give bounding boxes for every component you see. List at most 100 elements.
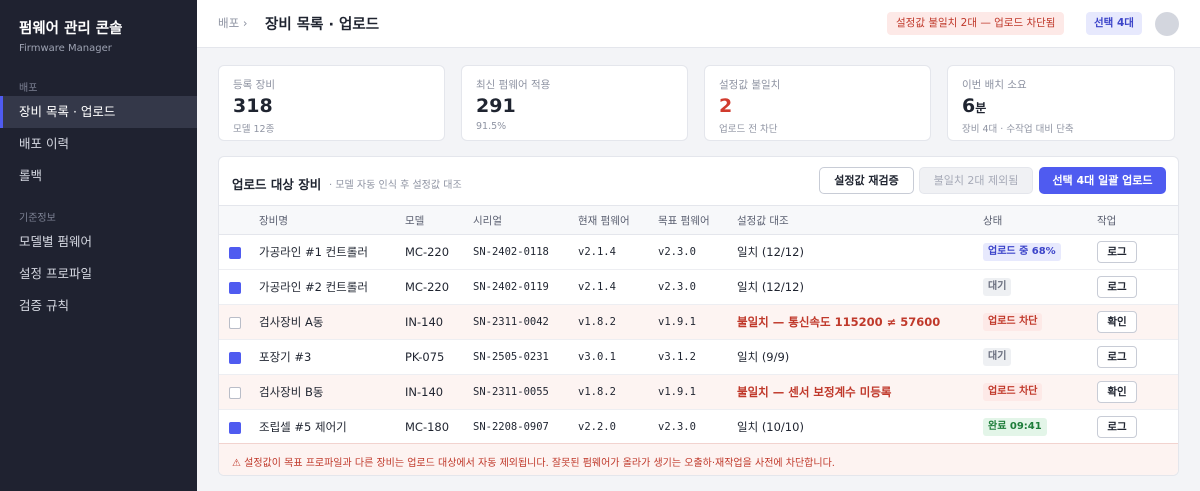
row-checkbox[interactable] [229,351,241,364]
table-row[interactable]: 가공라인 #2 컨트롤러 MC-220 SN-2402-0119 v2.1.4 v2.3… [219,269,1178,305]
action-cell: 확인 [1097,304,1178,340]
status-cell: 업로드 차단 [983,304,1097,340]
stat-label: 설정값 불일치 [719,79,781,91]
device-model: MC-220 [405,234,473,270]
row-checkbox[interactable] [229,421,241,434]
sidebar-item-config-profile[interactable]: 설정 프로파일 [0,258,197,290]
log-button[interactable]: 로그 [1097,276,1137,298]
header-serial: 시리얼 [473,205,578,235]
avatar[interactable] [1155,12,1179,36]
brand: 펌웨어 관리 콘솔 Firmware Manager [0,0,197,62]
header-action: 작업 [1097,205,1178,235]
device-serial: SN-2311-0055 [473,374,578,410]
device-name: 검사장비 B동 [259,374,405,410]
nav-section-deploy: 배포 [19,83,38,94]
app-title: 펌웨어 관리 콘솔 [19,21,123,37]
page-title: 장비 목록 · 업로드 [265,17,380,33]
device-model: MC-220 [405,269,473,305]
check-button[interactable]: 확인 [1097,311,1137,333]
config-compare: 불일치 — 센서 보정계수 미등록 [737,374,983,410]
sidebar-item-model-firmware[interactable]: 모델별 펌웨어 [0,226,197,258]
row-select-cell [219,339,259,375]
table-row[interactable]: 조립셀 #5 제어기 MC-180 SN-2208-0907 v2.2.0 v2.3.0… [219,409,1178,445]
bulk-upload-button[interactable]: 선택 4대 일괄 업로드 [1039,167,1166,194]
row-checkbox[interactable] [229,246,241,259]
row-select-cell [219,374,259,410]
device-name: 조립셀 #5 제어기 [259,409,405,445]
current-firmware: v2.1.4 [578,234,658,270]
row-checkbox[interactable] [229,386,241,399]
device-serial: SN-2402-0118 [473,234,578,270]
status-badge: 업로드 중 68% [983,243,1061,261]
status-cell: 완료 09:41 [983,409,1097,445]
table-row[interactable]: 포장기 #3 PK-075 SN-2505-0231 v3.0.1 v3.1.2 일치 (… [219,339,1178,375]
target-firmware: v1.9.1 [658,304,737,340]
device-serial: SN-2505-0231 [473,339,578,375]
sidebar-item-deploy-history[interactable]: 배포 이력 [0,128,197,160]
action-cell: 로그 [1097,409,1178,445]
row-select-cell [219,269,259,305]
config-compare: 일치 (12/12) [737,269,983,305]
status-badge: 업로드 차단 [983,383,1043,401]
row-checkbox[interactable] [229,316,241,329]
stat-card-batch-time: 이번 배치 소요 6분 장비 4대 · 수작업 대비 단축 [947,65,1175,141]
sidebar: 펌웨어 관리 콘솔 Firmware Manager 배포 장비 목록 · 업로… [0,0,197,491]
current-firmware: v1.8.2 [578,304,658,340]
status-cell: 대기 [983,269,1097,305]
device-table: 장비명 모델 시리얼 현재 펌웨어 목표 펌웨어 설정값 대조 상태 작업 가공… [219,205,1178,445]
sidebar-item-validation-rules[interactable]: 검증 규칙 [0,290,197,322]
device-model: PK-075 [405,339,473,375]
status-cell: 대기 [983,339,1097,375]
config-compare: 일치 (10/10) [737,409,983,445]
log-button[interactable]: 로그 [1097,346,1137,368]
stat-value: 318 [233,95,273,117]
action-cell: 로그 [1097,269,1178,305]
sidebar-item-device-list[interactable]: 장비 목록 · 업로드 [0,96,197,128]
device-name: 포장기 #3 [259,339,405,375]
sidebar-item-rollback[interactable]: 롤백 [0,160,197,192]
action-cell: 로그 [1097,339,1178,375]
stat-label: 등록 장비 [233,79,275,91]
stat-card-registered: 등록 장비 318 모델 12종 [218,65,445,141]
current-firmware: v3.0.1 [578,339,658,375]
action-cell: 확인 [1097,374,1178,410]
check-button[interactable]: 확인 [1097,381,1137,403]
table-row[interactable]: 가공라인 #1 컨트롤러 MC-220 SN-2402-0118 v2.1.4 v2.3… [219,234,1178,270]
stat-value: 2 [719,95,733,117]
table-header-row: 장비명 모델 시리얼 현재 펌웨어 목표 펌웨어 설정값 대조 상태 작업 [219,205,1178,235]
config-compare: 일치 (12/12) [737,234,983,270]
stat-label: 최신 펌웨어 적용 [476,79,551,91]
selection-count-badge: 선택 4대 [1086,12,1142,35]
log-button[interactable]: 로그 [1097,416,1137,438]
row-select-cell [219,409,259,445]
table-row[interactable]: 검사장비 A동 IN-140 SN-2311-0042 v1.8.2 v1.9.1 불일치… [219,304,1178,340]
header-select [219,205,259,235]
breadcrumb[interactable]: 배포 › [218,15,247,31]
excluded-mismatch-button: 불일치 2대 제외됨 [919,167,1033,194]
action-cell: 로그 [1097,234,1178,270]
status-cell: 업로드 중 68% [983,234,1097,270]
target-firmware: v2.3.0 [658,234,737,270]
target-firmware: v1.9.1 [658,374,737,410]
header-config-compare: 설정값 대조 [737,205,983,235]
header-device-name: 장비명 [259,205,405,235]
stat-sub: 업로드 전 차단 [719,124,778,135]
stat-card-mismatch: 설정값 불일치 2 업로드 전 차단 [704,65,931,141]
target-firmware: v3.1.2 [658,339,737,375]
status-badge: 대기 [983,348,1012,366]
status-badge: 업로드 차단 [983,313,1043,331]
device-name: 가공라인 #2 컨트롤러 [259,269,405,305]
revalidate-button[interactable]: 설정값 재검증 [819,167,914,194]
current-firmware: v1.8.2 [578,374,658,410]
upload-panel: 업로드 대상 장비 · 모델 자동 인식 후 설정값 대조 설정값 재검증 불일… [218,156,1179,476]
table-row[interactable]: 검사장비 B동 IN-140 SN-2311-0055 v1.8.2 v1.9.1 불일치… [219,374,1178,410]
status-badge: 완료 09:41 [983,418,1047,436]
row-checkbox[interactable] [229,281,241,294]
device-model: IN-140 [405,304,473,340]
stat-sub: 모델 12종 [233,124,275,135]
device-serial: SN-2402-0119 [473,269,578,305]
mismatch-warning-badge: 설정값 불일치 2대 — 업로드 차단됨 [887,12,1065,35]
log-button[interactable]: 로그 [1097,241,1137,263]
stat-sub: 91.5% [476,121,507,132]
nav-section-master-data: 기준정보 [19,213,56,224]
